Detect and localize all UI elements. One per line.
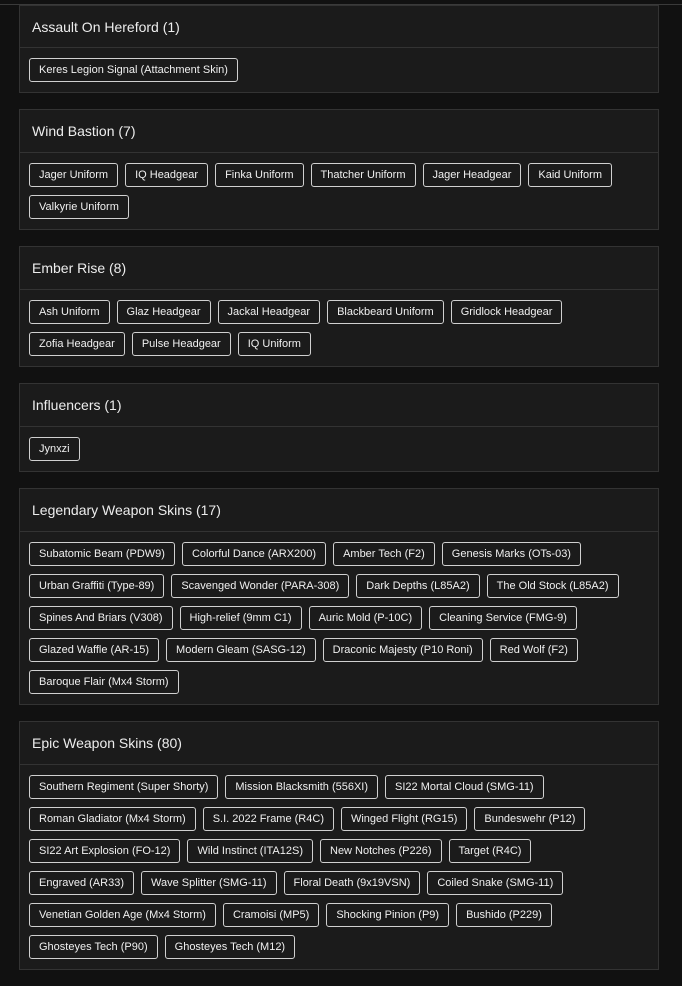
item-tag[interactable]: Modern Gleam (SASG-12) — [166, 638, 316, 662]
item-tag[interactable]: New Notches (P226) — [320, 839, 442, 863]
section-title: Legendary Weapon Skins (17) — [20, 489, 658, 532]
content-list: Assault On Hereford (1) Keres Legion Sign… — [19, 5, 659, 986]
item-tag[interactable]: Winged Flight (RG15) — [340, 807, 468, 831]
item-tag[interactable]: Cramoisi (MP5) — [222, 903, 320, 927]
item-tag[interactable]: Thatcher Uniform — [310, 163, 416, 187]
item-tag[interactable]: Wild Instinct (ITA12S) — [187, 839, 313, 863]
item-tag[interactable]: Jager Uniform — [29, 163, 119, 187]
item-tag[interactable]: IQ Uniform — [237, 332, 311, 356]
item-tag[interactable]: Blackbeard Uniform — [327, 300, 444, 324]
item-tag[interactable]: Keres Legion Signal (Attachment Skin) — [29, 58, 238, 82]
item-tag[interactable]: Glaz Headgear — [116, 300, 211, 324]
item-tag[interactable]: Baroque Flair (Mx4 Storm) — [29, 670, 179, 694]
section-title: Wind Bastion (7) — [20, 110, 658, 153]
item-tag[interactable]: Cleaning Service (FMG-9) — [429, 606, 577, 630]
item-tag[interactable]: Genesis Marks (OTs-03) — [441, 542, 581, 566]
section-panel: Influencers (1) Jynxzi — [19, 383, 659, 472]
item-tag[interactable]: Venetian Golden Age (Mx4 Storm) — [29, 903, 216, 927]
item-tag[interactable]: Pulse Headgear — [131, 332, 231, 356]
section-title: Influencers (1) — [20, 384, 658, 427]
item-tag[interactable]: Coiled Snake (SMG-11) — [427, 871, 564, 895]
item-tag[interactable]: S.I. 2022 Frame (R4C) — [202, 807, 334, 831]
item-tag[interactable]: Mission Blacksmith (556XI) — [225, 775, 379, 799]
item-tag[interactable]: Target (R4C) — [448, 839, 532, 863]
item-tag[interactable]: The Old Stock (L85A2) — [486, 574, 619, 598]
item-tag[interactable]: Bushido (P229) — [456, 903, 552, 927]
section-panel: Wind Bastion (7) Jager Uniform IQ Headgear… — [19, 109, 659, 230]
item-tag[interactable]: Red Wolf (F2) — [489, 638, 578, 662]
section-panel: Legendary Weapon Skins (17) Subatomic Bea… — [19, 488, 659, 705]
item-tag[interactable]: Bundeswehr (P12) — [474, 807, 586, 831]
item-tag[interactable]: Wave Splitter (SMG-11) — [141, 871, 277, 895]
item-tag[interactable]: Draconic Majesty (P10 Roni) — [322, 638, 483, 662]
item-tag[interactable]: Southern Regiment (Super Shorty) — [29, 775, 219, 799]
section-items: Keres Legion Signal (Attachment Skin) — [20, 48, 658, 92]
item-tag[interactable]: Glazed Waffle (AR-15) — [29, 638, 160, 662]
section-panel: Ember Rise (8) Ash Uniform Glaz Headgear Ja… — [19, 246, 659, 367]
item-tag[interactable]: Spines And Briars (V308) — [29, 606, 173, 630]
section-items: Ash Uniform Glaz Headgear Jackal Headgear B… — [20, 290, 658, 366]
section-items: Jynxzi — [20, 427, 658, 471]
item-tag[interactable]: SI22 Art Explosion (FO-12) — [29, 839, 181, 863]
item-tag[interactable]: Jager Headgear — [422, 163, 522, 187]
item-tag[interactable]: Subatomic Beam (PDW9) — [29, 542, 175, 566]
section-items: Subatomic Beam (PDW9) Colorful Dance (ARX… — [20, 532, 658, 704]
item-tag[interactable]: Scavenged Wonder (PARA-308) — [171, 574, 350, 598]
item-tag[interactable]: Floral Death (9x19VSN) — [283, 871, 421, 895]
item-tag[interactable]: Colorful Dance (ARX200) — [181, 542, 327, 566]
item-tag[interactable]: Auric Mold (P-10C) — [308, 606, 423, 630]
section-items: Jager Uniform IQ Headgear Finka Uniform Tha… — [20, 153, 658, 229]
item-tag[interactable]: Ghosteyes Tech (P90) — [29, 935, 158, 959]
item-tag[interactable]: Jynxzi — [29, 437, 80, 461]
item-tag[interactable]: SI22 Mortal Cloud (SMG-11) — [385, 775, 544, 799]
item-tag[interactable]: Dark Depths (L85A2) — [356, 574, 480, 598]
section-title: Ember Rise (8) — [20, 247, 658, 290]
item-tag[interactable]: Zofia Headgear — [29, 332, 125, 356]
item-tag[interactable]: IQ Headgear — [125, 163, 209, 187]
item-tag[interactable]: Kaid Uniform — [528, 163, 612, 187]
item-tag[interactable]: Engraved (AR33) — [29, 871, 134, 895]
item-tag[interactable]: Ghosteyes Tech (M12) — [164, 935, 296, 959]
item-tag[interactable]: Ash Uniform — [29, 300, 110, 324]
section-title: Assault On Hereford (1) — [20, 6, 658, 48]
section-panel: Assault On Hereford (1) Keres Legion Sign… — [19, 5, 659, 93]
item-tag[interactable]: High-relief (9mm C1) — [179, 606, 302, 630]
section-title: Epic Weapon Skins (80) — [20, 722, 658, 765]
item-tag[interactable]: Valkyrie Uniform — [29, 195, 129, 219]
section-items: Southern Regiment (Super Shorty) Mission … — [20, 765, 658, 969]
item-tag[interactable]: Jackal Headgear — [217, 300, 321, 324]
item-tag[interactable]: Shocking Pinion (P9) — [326, 903, 450, 927]
item-tag[interactable]: Gridlock Headgear — [450, 300, 563, 324]
section-panel: Epic Weapon Skins (80) Southern Regiment … — [19, 721, 659, 970]
item-tag[interactable]: Roman Gladiator (Mx4 Storm) — [29, 807, 196, 831]
item-tag[interactable]: Urban Graffiti (Type-89) — [29, 574, 165, 598]
item-tag[interactable]: Finka Uniform — [215, 163, 304, 187]
item-tag[interactable]: Amber Tech (F2) — [333, 542, 435, 566]
